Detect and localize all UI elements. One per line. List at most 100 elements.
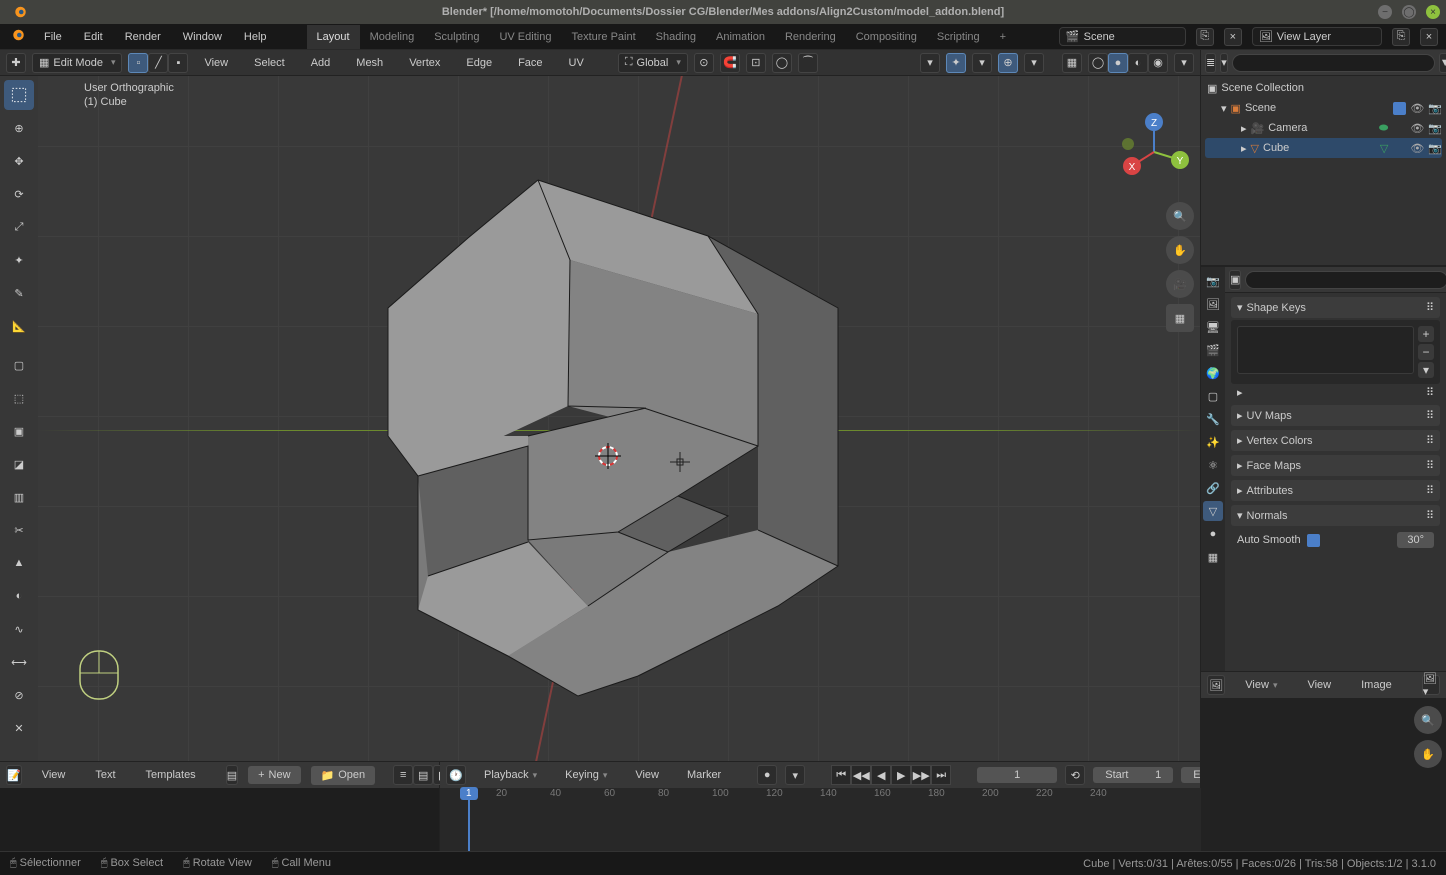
auto-key-opts-icon[interactable]: ▾ — [785, 765, 805, 785]
vp-menu-edge[interactable]: Edge — [456, 53, 502, 73]
prop-mesh-icon[interactable]: ▽ — [1203, 501, 1223, 521]
vp-menu-vertex[interactable]: Vertex — [399, 53, 450, 73]
delete-layer-button[interactable]: × — [1420, 28, 1438, 46]
prop-material-icon[interactable]: ● — [1203, 524, 1223, 544]
shading-options-icon[interactable]: ▾ — [1174, 53, 1194, 73]
tool-polybuild[interactable]: ▲ — [4, 548, 34, 578]
vp-menu-add[interactable]: Add — [301, 53, 341, 73]
pivot-icon[interactable]: ⊙ — [694, 53, 714, 73]
render-icon[interactable]: 📷 — [1428, 122, 1442, 135]
ie-browse-icon[interactable]: 🖼▾ — [1422, 675, 1440, 695]
tree-cube[interactable]: ▸▽ Cube ▽👁📷 — [1205, 138, 1442, 158]
timeline-track[interactable]: 1 20 40 60 80 100 120 140 160 180 200 22… — [440, 788, 1267, 851]
outliner-display-icon[interactable]: ▾ — [1220, 53, 1228, 73]
prop-modifier-icon[interactable]: 🔧 — [1203, 409, 1223, 429]
tool-annotate[interactable]: ✎ — [4, 278, 34, 308]
new-layer-button[interactable]: ⎘ — [1392, 28, 1410, 46]
shape-keys-list[interactable] — [1237, 326, 1414, 374]
current-frame-input[interactable]: 1 — [977, 767, 1057, 783]
jump-end-icon[interactable]: ⏭ — [931, 765, 951, 785]
prop-world-icon[interactable]: 🌍 — [1203, 363, 1223, 383]
nav-gizmo[interactable]: Z Y X — [1114, 112, 1194, 192]
ie-image[interactable]: Image — [1351, 675, 1402, 695]
menu-render[interactable]: Render — [115, 27, 171, 47]
tool-bevel[interactable]: ◪ — [4, 449, 34, 479]
panel-vertex-colors[interactable]: ▸Vertex Colors⠿ — [1231, 430, 1440, 451]
tl-keying[interactable]: Keying — [555, 765, 617, 785]
tool-loopcut[interactable]: ▥ — [4, 482, 34, 512]
proportional-type-icon[interactable]: ⁀ — [798, 53, 818, 73]
tool-select-box[interactable] — [4, 80, 34, 110]
start-frame-input[interactable]: Start1 — [1093, 767, 1173, 783]
new-scene-button[interactable]: ⎘ — [1196, 28, 1214, 46]
shapekey-menu-button[interactable]: ▾ — [1418, 362, 1434, 378]
te-opt1-icon[interactable]: ≡ — [393, 765, 413, 785]
menu-edit[interactable]: Edit — [74, 27, 113, 47]
image-editor-body[interactable]: 🔍 ✋ — [1201, 698, 1446, 851]
zoom-icon[interactable]: 🔍 — [1166, 202, 1194, 230]
overlay-options-icon[interactable]: ▾ — [1024, 53, 1044, 73]
tool-cursor[interactable]: ⊕ — [4, 113, 34, 143]
perspective-toggle-icon[interactable]: ▦ — [1166, 304, 1194, 332]
menu-help[interactable]: Help — [234, 27, 277, 47]
prop-scene-icon[interactable]: 🎬 — [1203, 340, 1223, 360]
tree-scene[interactable]: ▾▣ Scene 👁📷 — [1205, 98, 1442, 118]
tab-rendering[interactable]: Rendering — [775, 25, 846, 49]
editor-type-icon[interactable]: ✚ — [6, 53, 26, 73]
vp-menu-face[interactable]: Face — [508, 53, 552, 73]
tree-scene-collection[interactable]: ▣ Scene Collection — [1205, 78, 1442, 98]
ie-zoom-icon[interactable]: 🔍 — [1414, 706, 1442, 734]
tab-uv-editing[interactable]: UV Editing — [489, 25, 561, 49]
eye-icon[interactable]: 👁 — [1410, 102, 1424, 115]
panel-face-maps[interactable]: ▸Face Maps⠿ — [1231, 455, 1440, 476]
jump-start-icon[interactable]: ⏮ — [831, 765, 851, 785]
xray-icon[interactable]: ▦ — [1062, 53, 1082, 73]
panel-attributes[interactable]: ▸Attributes⠿ — [1231, 480, 1440, 501]
timeline-type-icon[interactable]: 🕐 — [446, 765, 466, 785]
vp-menu-select[interactable]: Select — [244, 53, 295, 73]
prop-render-icon[interactable]: 📷 — [1203, 271, 1223, 291]
render-icon[interactable]: 📷 — [1428, 142, 1442, 155]
gizmo-options-icon[interactable]: ▾ — [972, 53, 992, 73]
next-key-icon[interactable]: ▶▶ — [911, 765, 931, 785]
blender-icon[interactable] — [8, 26, 26, 47]
text-editor-type-icon[interactable]: 📝 — [6, 765, 22, 785]
shading-rendered-icon[interactable]: ◉ — [1148, 53, 1168, 73]
camera-view-icon[interactable]: 🎥 — [1166, 270, 1194, 298]
add-workspace-button[interactable]: + — [990, 27, 1016, 47]
prop-object-icon[interactable]: ▢ — [1203, 386, 1223, 406]
maximize-icon[interactable]: ◯ — [1402, 5, 1416, 19]
auto-smooth-angle[interactable]: 30° — [1397, 532, 1434, 548]
panel-shape-keys[interactable]: ▾Shape Keys⠿ — [1231, 297, 1440, 318]
gizmo-toggle-icon[interactable]: ✦ — [946, 53, 966, 73]
tool-measure[interactable]: 📐 — [4, 311, 34, 341]
ie-view[interactable]: View — [1297, 675, 1341, 695]
prev-key-icon[interactable]: ◀◀ — [851, 765, 871, 785]
te-browse-icon[interactable]: ▤ — [226, 765, 238, 785]
tab-layout[interactable]: Layout — [307, 25, 360, 49]
prop-view-icon[interactable]: 🖥 — [1203, 317, 1223, 337]
tab-shading[interactable]: Shading — [646, 25, 706, 49]
tool-knife[interactable]: ✂ — [4, 515, 34, 545]
prop-output-icon[interactable]: 🖼 — [1203, 294, 1223, 314]
vp-menu-uv[interactable]: UV — [559, 53, 594, 73]
tool-add-cube[interactable]: ▢ — [4, 350, 34, 380]
tool-move[interactable]: ✥ — [4, 146, 34, 176]
orientation-selector[interactable]: ⛶ Global — [618, 53, 688, 73]
select-mode-vertex[interactable]: ▫ — [128, 53, 148, 73]
tab-modeling[interactable]: Modeling — [360, 25, 425, 49]
panel-uv-maps[interactable]: ▸UV Maps⠿ — [1231, 405, 1440, 426]
tl-view[interactable]: View — [625, 765, 669, 785]
eye-icon[interactable]: 👁 — [1410, 122, 1424, 135]
remove-shapekey-button[interactable]: − — [1418, 344, 1434, 360]
tool-transform[interactable]: ✦ — [4, 245, 34, 275]
3d-viewport[interactable]: User Orthographic (1) Cube Z Y X 🔍 ✋ 🎥 — [38, 76, 1200, 761]
overlay-toggle-icon[interactable]: ⊕ — [998, 53, 1018, 73]
te-menu-templates[interactable]: Templates — [136, 765, 206, 785]
ie-pan-icon[interactable]: ✋ — [1414, 740, 1442, 768]
tab-compositing[interactable]: Compositing — [846, 25, 927, 49]
prop-search[interactable] — [1245, 271, 1446, 289]
menu-window[interactable]: Window — [173, 27, 232, 47]
tool-inset[interactable]: ▣ — [4, 416, 34, 446]
panel-normals[interactable]: ▾Normals⠿ — [1231, 505, 1440, 526]
